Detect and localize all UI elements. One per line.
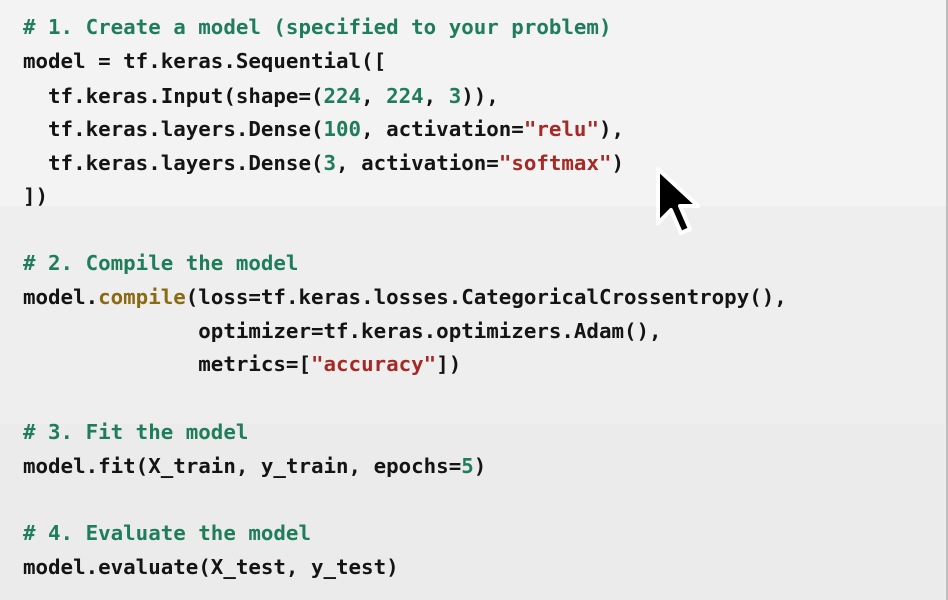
code-token: tf.keras.layers.Dense( — [23, 117, 324, 141]
code-token: , activation= — [361, 117, 524, 141]
code-token: # 2. Compile the model — [23, 251, 299, 275]
code-line: model = tf.keras.Sequential([ — [23, 45, 386, 78]
code-token: # 3. Fit the model — [23, 420, 249, 444]
code-block: # 1. Create a model (specified to your p… — [0, 0, 946, 600]
code-token: compile — [98, 285, 186, 309]
code-token: ), — [598, 117, 625, 141]
code-line: tf.keras.Input(shape=(224, 224, 3)), — [23, 80, 499, 113]
code-token: , — [361, 84, 387, 108]
code-token: ) — [611, 151, 625, 175]
code-token: "softmax" — [498, 151, 612, 175]
code-line: tf.keras.layers.Dense(100, activation="r… — [23, 113, 624, 146]
code-line: # 3. Fit the model — [23, 416, 248, 449]
code-token: ) — [473, 454, 487, 478]
code-token: "accuracy" — [310, 352, 437, 376]
code-token: # 4. Evaluate the model — [23, 521, 311, 545]
code-token: 3 — [448, 84, 462, 108]
code-token: model.fit(X_train, y_train, epochs= — [23, 454, 462, 478]
code-token: ]) — [436, 352, 462, 376]
code-line: # 4. Evaluate the model — [23, 517, 311, 550]
code-token: )), — [461, 84, 499, 108]
code-token: optimizer=tf.keras.optimizers.Adam(), — [23, 319, 662, 343]
code-token: tf.keras.Input(shape=( — [23, 84, 324, 108]
code-token: metrics=[ — [23, 352, 311, 376]
code-token: 5 — [461, 454, 474, 478]
code-slide: # 1. Create a model (specified to your p… — [0, 0, 948, 600]
code-token: 224 — [386, 84, 424, 108]
code-line: tf.keras.layers.Dense(3, activation="sof… — [23, 147, 624, 180]
code-token: (loss=tf.keras.losses.CategoricalCrossen… — [185, 285, 787, 309]
code-line: # 2. Compile the model — [23, 247, 298, 280]
code-line: ]) — [23, 180, 48, 213]
code-token: 100 — [323, 117, 362, 141]
code-line: metrics=["accuracy"]) — [23, 348, 461, 381]
code-line: optimizer=tf.keras.optimizers.Adam(), — [23, 315, 662, 348]
code-token: "relu" — [523, 117, 599, 141]
code-line: model.compile(loss=tf.keras.losses.Categ… — [23, 281, 787, 314]
code-token: tf.keras.layers.Dense( — [23, 151, 324, 175]
code-token: 3 — [323, 151, 337, 175]
arrow-cursor-icon — [656, 167, 700, 235]
code-token: model.evaluate(X_test, y_test) — [23, 555, 399, 579]
code-line: # 1. Create a model (specified to your p… — [23, 11, 611, 44]
code-token: 224 — [323, 84, 362, 108]
code-token: # 1. Create a model (specified to your p… — [23, 15, 612, 39]
code-token: , — [423, 84, 449, 108]
code-token: model. — [23, 285, 99, 309]
code-token: , activation= — [336, 151, 499, 175]
code-token: model = tf.keras.Sequential([ — [23, 49, 387, 73]
code-line: model.evaluate(X_test, y_test) — [23, 551, 399, 584]
code-token: ]) — [23, 184, 49, 208]
code-line: model.fit(X_train, y_train, epochs=5) — [23, 450, 486, 483]
